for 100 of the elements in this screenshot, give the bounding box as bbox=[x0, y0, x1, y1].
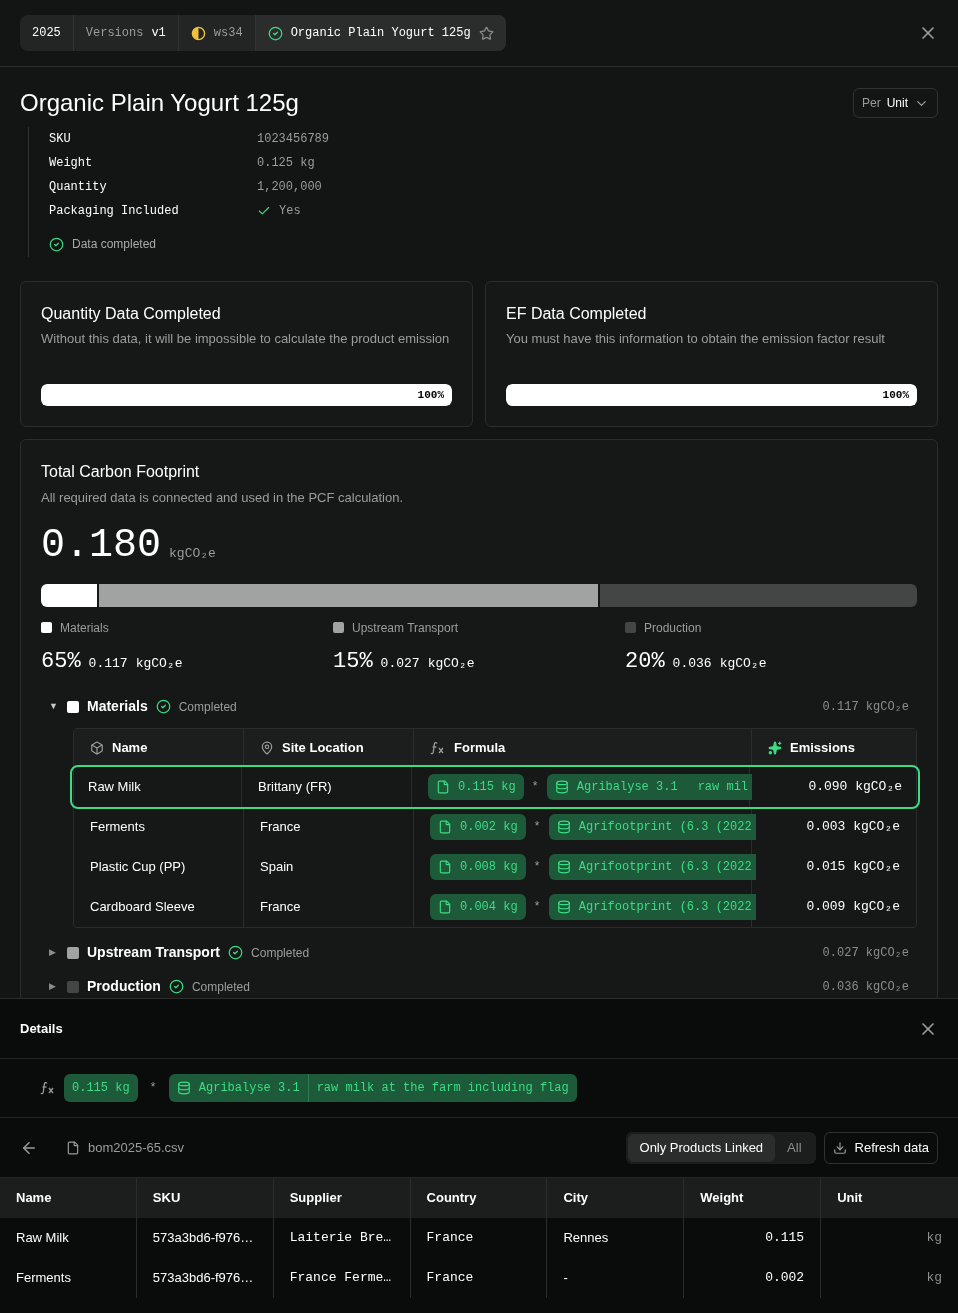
table-cell-text: France Ferme… bbox=[289, 1269, 392, 1288]
emission-factor-chip[interactable]: Agrifootprint (6.3 (2022 bbox=[548, 853, 756, 880]
table-cell-text: Ferments bbox=[16, 1269, 71, 1288]
table-cell-text: Brittany (FR) bbox=[258, 777, 332, 796]
table-cell-text: Raw Milk bbox=[88, 777, 141, 796]
total-value: 0.180 bbox=[41, 523, 162, 568]
table-cell-text: kg bbox=[926, 1229, 942, 1248]
table-row[interactable]: Cardboard Sleeve France 0.004 kg * Agrifootprint (6.3 (2022 0.009 kgCO₂e bbox=[74, 886, 916, 927]
section-title[interactable]: Production bbox=[87, 976, 161, 997]
download-icon bbox=[832, 1140, 847, 1155]
breakdown-percent: 65% bbox=[41, 647, 81, 676]
section-status: Completed bbox=[178, 698, 237, 716]
product-title: Organic Plain Yogurt 125g bbox=[20, 88, 299, 118]
sparkle-icon bbox=[768, 740, 782, 755]
property-value: 1,200,000 bbox=[257, 179, 322, 196]
box-icon bbox=[90, 740, 104, 755]
section-total: 0.117 kgCO₂e bbox=[822, 698, 909, 716]
file-icon bbox=[66, 1140, 80, 1155]
pin-icon bbox=[260, 740, 274, 755]
table-cell-text: Ferments bbox=[90, 817, 145, 836]
column-header: Site Location bbox=[282, 738, 364, 757]
section-title[interactable]: Upstream Transport bbox=[87, 942, 221, 963]
column-header: Unit bbox=[837, 1189, 863, 1208]
column-header: SKU bbox=[152, 1189, 181, 1208]
refresh-button[interactable]: Refresh data bbox=[823, 1131, 938, 1164]
file-icon bbox=[438, 899, 452, 914]
table-cell-text: 0.090 kgCO₂e bbox=[808, 777, 902, 796]
quantity-chip[interactable]: 0.002 kg bbox=[430, 813, 526, 840]
filter-tab[interactable]: All bbox=[775, 1133, 814, 1162]
section-total: 0.036 kgCO₂e bbox=[822, 978, 909, 996]
file-name: bom2025-65.csv bbox=[88, 1138, 185, 1157]
breakdown-value: 0.036 bbox=[672, 654, 712, 673]
file-icon bbox=[438, 819, 452, 834]
panel-title: Details bbox=[20, 1019, 63, 1038]
database-icon bbox=[556, 819, 571, 834]
table-row[interactable]: Ferments France 0.002 kg * Agrifootprint (6.3 (2022 0.003 kgCO₂e bbox=[74, 806, 916, 847]
emission-factor-chip[interactable]: Agrifootprint (6.3 (2022 bbox=[548, 893, 756, 920]
breakdown-unit: kgCO₂e bbox=[719, 654, 767, 673]
version-label[interactable]: v1 bbox=[151, 24, 166, 42]
table-cell-text: 0.115 bbox=[765, 1229, 805, 1248]
table-cell-text: 0.009 kgCO₂e bbox=[806, 897, 900, 916]
multiply-sign: * bbox=[531, 778, 539, 796]
property-label: Packaging Included bbox=[49, 203, 180, 220]
table-row[interactable]: Plastic Cup (PP) Spain 0.008 kg * Agrifootprint (6.3 (2022 0.015 kgCO₂e bbox=[74, 846, 916, 887]
emission-factor-chip[interactable]: Agrifootprint (6.3 (2022 bbox=[548, 813, 756, 840]
disclosure-triangle[interactable]: ▼ bbox=[41, 699, 63, 714]
breakdown-unit: kgCO₂e bbox=[427, 654, 475, 673]
progress-reading: 100% bbox=[417, 387, 444, 403]
section-status: Completed bbox=[251, 944, 310, 962]
quantity-chip[interactable]: 0.004 kg bbox=[430, 893, 526, 920]
emission-factor-chip[interactable]: Agribalyse 3.1 raw mil bbox=[546, 773, 753, 800]
property-label: Quantity bbox=[49, 179, 108, 196]
disclosure-triangle[interactable]: ▶ bbox=[41, 979, 63, 994]
database-icon bbox=[556, 859, 571, 874]
legend-label: Upstream Transport bbox=[352, 619, 459, 637]
table-cell-text: 0.002 bbox=[765, 1269, 805, 1288]
table-row[interactable]: Raw Milk Brittany (FR) 0.115 kg * Agribalyse 3.1 raw mil 0.090 kgCO₂e bbox=[72, 766, 918, 807]
table-cell-text: Plastic Cup (PP) bbox=[90, 857, 186, 876]
star-icon[interactable] bbox=[478, 25, 494, 41]
property-label: SKU bbox=[49, 131, 72, 148]
table-cell-text: 573a3bd6-f976… bbox=[152, 1229, 254, 1248]
function-icon bbox=[430, 740, 446, 755]
quantity-chip[interactable]: 0.115 kg bbox=[428, 773, 524, 800]
card-title: Total Carbon Footprint bbox=[41, 462, 201, 482]
table-cell-text: 0.015 kgCO₂e bbox=[806, 857, 900, 876]
table-cell-text: Rennes bbox=[563, 1229, 609, 1248]
card-description: All required data is connected and used in the PCF calculation. bbox=[41, 489, 405, 507]
filter-tab[interactable]: Only Products Linked bbox=[627, 1133, 776, 1162]
card-description: Without this data, it will be impossible to calculate the product emission bbox=[41, 330, 451, 348]
table-cell-text: Spain bbox=[260, 857, 294, 876]
workspace-label[interactable]: ws34 bbox=[213, 24, 243, 42]
table-cell-text: France bbox=[260, 817, 301, 836]
progress-reading: 100% bbox=[882, 387, 909, 403]
table-cell-text: Raw Milk bbox=[16, 1229, 69, 1248]
total-unit: kgCO₂e bbox=[169, 545, 216, 563]
breakdown-unit: kgCO₂e bbox=[135, 654, 183, 673]
column-header: Emissions bbox=[790, 738, 856, 757]
property-value: Yes bbox=[279, 203, 301, 220]
check-circle-icon bbox=[228, 945, 244, 960]
file-icon bbox=[438, 859, 452, 874]
section-title[interactable]: Materials bbox=[87, 696, 148, 717]
table-cell-text: 573a3bd6-f976… bbox=[152, 1269, 254, 1288]
check-circle-icon bbox=[49, 236, 64, 252]
per-unit-select[interactable]: Per Unit bbox=[852, 88, 938, 118]
disclosure-triangle[interactable]: ▶ bbox=[41, 945, 63, 960]
database-icon bbox=[554, 779, 569, 794]
quantity-chip[interactable]: 0.008 kg bbox=[430, 853, 526, 880]
section-status: Completed bbox=[191, 978, 250, 996]
card-description: You must have this information to obtain the emission factor result bbox=[506, 330, 886, 348]
emission-factor-chip[interactable]: Agribalyse 3.1 raw milk at the farm including flag bbox=[168, 1074, 577, 1102]
database-icon bbox=[176, 1081, 191, 1095]
legend-label: Materials bbox=[60, 619, 109, 637]
versions-label: Versions bbox=[85, 25, 144, 42]
year-label[interactable]: 2025 bbox=[20, 15, 74, 51]
table-cell-text: France bbox=[260, 897, 301, 916]
check-icon bbox=[257, 204, 271, 218]
quantity-chip[interactable]: 0.115 kg bbox=[64, 1074, 138, 1102]
multiply-sign: * bbox=[533, 898, 541, 916]
half-circle-icon bbox=[190, 25, 206, 41]
table-cell-text: - bbox=[563, 1269, 568, 1288]
